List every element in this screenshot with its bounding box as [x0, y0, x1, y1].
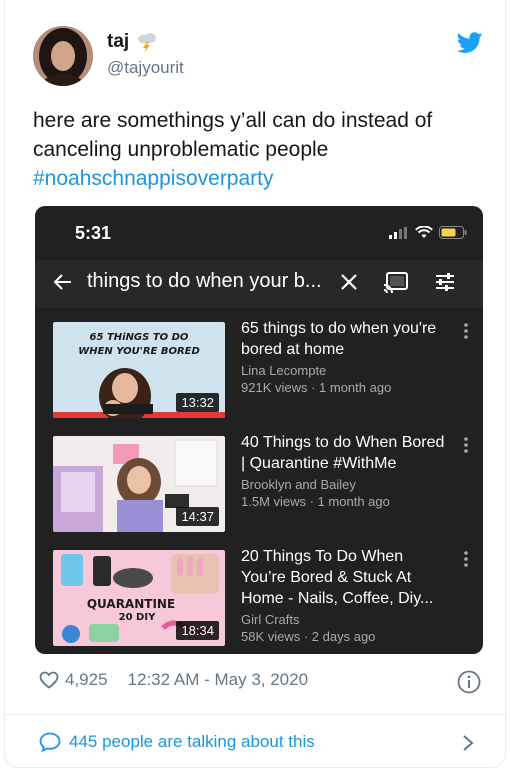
status-time: 5:31 — [75, 223, 112, 243]
embedded-screenshot[interactable]: 5:31 things to do when your b... 65 THiN… — [35, 206, 483, 654]
hashtag-link[interactable]: #noahschnappisoverparty — [33, 164, 483, 193]
tweet-timestamp[interactable]: 12:32 AM - May 3, 2020 — [128, 670, 309, 690]
video-info: 20 Things To Do When You’re Bored & Stuc… — [241, 546, 451, 645]
thumb-text-line1: QUARANTINE — [87, 597, 175, 611]
video-result[interactable]: 65 THiNGS TO DO WHEN YOU'RE BORED 13:32 … — [35, 308, 483, 418]
twitter-bird-icon[interactable] — [457, 32, 483, 54]
thumb-text-line2: WHEN YOU'RE BORED — [78, 346, 200, 357]
wifi-icon — [415, 226, 433, 238]
search-query[interactable]: things to do when your b... — [87, 270, 322, 293]
chevron-right-icon[interactable] — [461, 734, 475, 752]
video-result[interactable]: 14:37 40 Things to do When Bored | Quara… — [35, 422, 483, 532]
user-name-row: taj — [107, 30, 159, 54]
tweet-text: here are somethings y’all can do instead… — [33, 106, 483, 193]
cast-icon[interactable] — [383, 270, 409, 294]
channel-name[interactable]: Brooklyn and Bailey — [241, 476, 451, 493]
more-options-icon[interactable] — [463, 322, 469, 340]
more-options-icon[interactable] — [463, 550, 469, 568]
close-icon[interactable] — [339, 272, 359, 292]
reply-bubble-icon — [39, 732, 61, 752]
storm-cloud-icon — [138, 33, 157, 53]
tweet-card: taj @tajyourit here are somethings y’all… — [4, 0, 506, 768]
video-thumbnail[interactable]: 14:37 — [53, 436, 225, 532]
tweet-body: here are somethings y’all can do instead… — [33, 109, 433, 161]
more-options-icon[interactable] — [463, 436, 469, 454]
video-info: 65 things to do when you're bored at hom… — [241, 318, 451, 396]
thumb-text-line1: 65 THiNGS TO DO — [90, 332, 189, 343]
video-duration: 13:32 — [176, 393, 219, 412]
like-count[interactable]: 4,925 — [65, 670, 108, 690]
avatar[interactable] — [33, 26, 93, 86]
signal-icon — [389, 227, 407, 239]
video-result[interactable]: QUARANTINE 20 DIY 18:34 20 Things To Do … — [35, 536, 483, 646]
status-icons — [389, 226, 467, 239]
channel-name[interactable]: Lina Lecompte — [241, 362, 451, 379]
info-icon[interactable] — [457, 670, 481, 694]
video-meta: 1.5M views · 1 month ago — [241, 494, 390, 509]
battery-icon — [439, 226, 467, 239]
video-title[interactable]: 20 Things To Do When You’re Bored & Stuc… — [241, 546, 451, 609]
user-name[interactable]: taj — [107, 31, 129, 53]
thumb-text-line2: 20 DIY — [119, 612, 156, 623]
video-thumbnail[interactable]: QUARANTINE 20 DIY 18:34 — [53, 550, 225, 646]
video-duration: 18:34 — [176, 621, 219, 640]
video-thumbnail[interactable]: 65 THiNGS TO DO WHEN YOU'RE BORED 13:32 — [53, 322, 225, 418]
tweet-stats: 4,925 12:32 AM - May 3, 2020 — [39, 670, 308, 690]
video-title[interactable]: 40 Things to do When Bored | Quarantine … — [241, 432, 451, 474]
video-meta: 58K views · 2 days ago — [241, 629, 376, 644]
video-meta: 921K views · 1 month ago — [241, 380, 392, 395]
divider — [5, 714, 505, 715]
talking-count[interactable]: 445 people are talking about this — [69, 732, 315, 752]
video-duration: 14:37 — [176, 507, 219, 526]
channel-name[interactable]: Girl Crafts — [241, 611, 451, 628]
search-bar[interactable]: things to do when your b... — [35, 260, 483, 308]
heart-icon[interactable] — [39, 671, 59, 689]
video-title[interactable]: 65 things to do when you're bored at hom… — [241, 318, 451, 360]
user-handle[interactable]: @tajyourit — [107, 58, 184, 78]
conversation-link[interactable]: 445 people are talking about this — [39, 732, 315, 752]
video-info: 40 Things to do When Bored | Quarantine … — [241, 432, 451, 510]
filter-icon[interactable] — [433, 270, 457, 294]
back-arrow-icon[interactable] — [51, 270, 75, 294]
